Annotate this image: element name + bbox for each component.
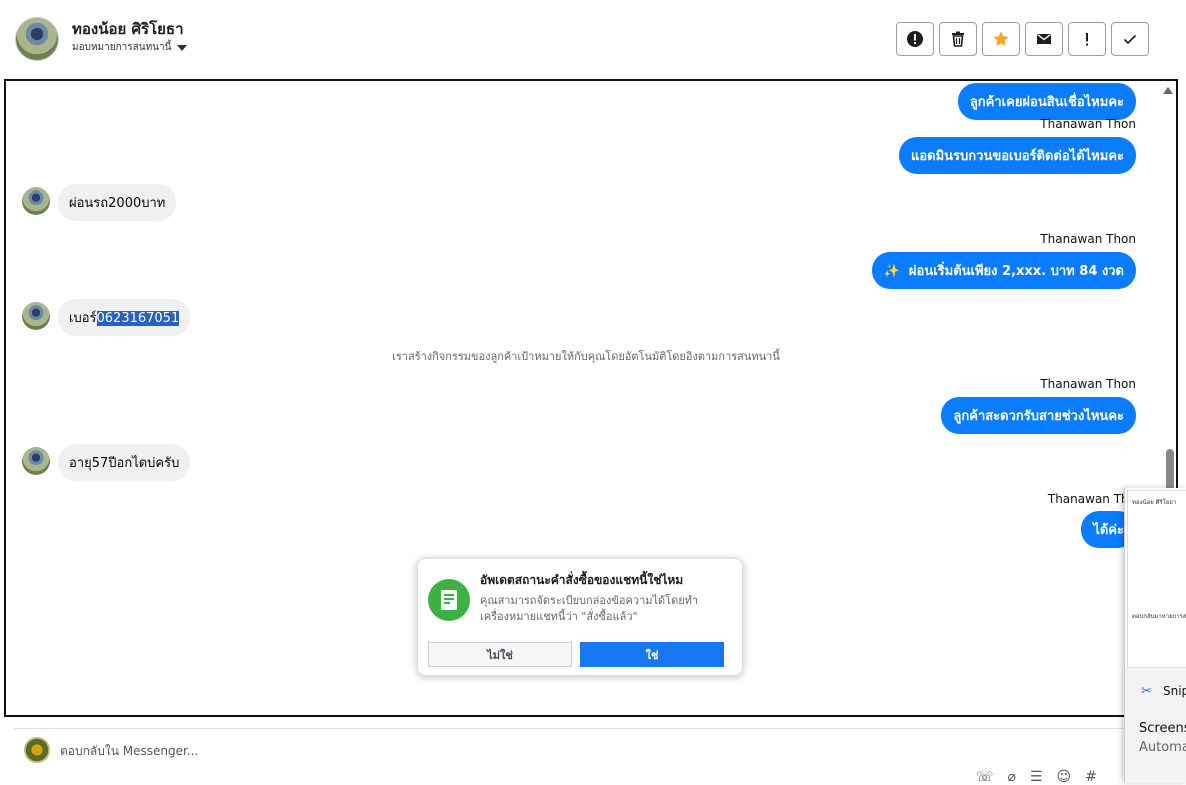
follow-up-button[interactable]	[1068, 22, 1106, 56]
chevron-down-icon	[177, 44, 188, 51]
snip-panel: ✂ Snip Screens Automa	[1125, 668, 1186, 783]
conversation-header: ทองน้อย ศิริโยธา มอบหมายการสนทนานี้	[0, 0, 1186, 80]
outgoing-message[interactable]: ลูกค้าสะดวกรับสายช่วงไหนคะ	[941, 397, 1136, 434]
snip-text-2: Automa	[1139, 740, 1186, 755]
envelope-icon	[1037, 33, 1051, 44]
contact-avatar-small[interactable]	[22, 447, 50, 475]
page-avatar	[24, 737, 50, 763]
thumb-name: ทองน้อย ศิริโยธา	[1132, 499, 1177, 506]
no-button[interactable]: ไม่ใช่	[428, 642, 572, 667]
incoming-message[interactable]: ผ่อนรถ2000บาท	[58, 184, 177, 221]
contact-avatar-small[interactable]	[22, 302, 50, 330]
message-text: เบอร์	[69, 311, 97, 326]
mark-unread-button[interactable]	[1025, 22, 1063, 56]
thumb-text: ตอบกลับมาหายการสนทนานี้	[1132, 613, 1186, 620]
scroll-thumb[interactable]	[1166, 449, 1174, 491]
incoming-message[interactable]: เบอร์0623167051	[58, 299, 191, 336]
delete-button[interactable]	[939, 22, 977, 56]
incoming-message[interactable]: อายุ57ปีอกไดบ่ครับ	[58, 444, 191, 481]
order-status-dialog: อัพเดตสถานะคำสั่งซื้อของแชทนี้ใช่ไหม คุณ…	[417, 558, 743, 676]
yes-button[interactable]: ใช่	[580, 642, 724, 667]
contact-avatar[interactable]	[15, 17, 59, 61]
reply-composer[interactable]: ตอบกลับใน Messenger... ☏ ⌀ ☰ ☺ #	[14, 728, 1164, 785]
selected-phone-number[interactable]: 0623167051	[96, 311, 180, 326]
contact-name[interactable]: ทองน้อย ศิริโยธา	[72, 17, 184, 41]
assign-label: มอบหมายการสนทนานี้	[72, 42, 172, 53]
outgoing-message[interactable]: แอดมินรบกวนขอเบอร์ติดต่อได้ไหมคะ	[898, 137, 1136, 174]
sender-name: Thanawan Thon	[1040, 117, 1136, 131]
outgoing-message[interactable]: ลูกค้าเคยผ่อนสินเชื่อไหมคะ	[957, 83, 1136, 120]
dialog-title: อัพเดตสถานะคำสั่งซื้อของแชทนี้ใช่ไหม	[480, 573, 684, 587]
check-icon	[1123, 34, 1137, 45]
outgoing-message[interactable]: ✨ ผ่อนเริ่มต้นเพียง 2,xxx. บาท 84 งวด	[871, 252, 1136, 289]
receipt-icon	[428, 579, 470, 621]
sender-name: Thanawan Thon	[1040, 232, 1136, 246]
star-icon	[993, 31, 1009, 46]
sparkle-icon: ✨	[883, 264, 900, 279]
dialog-body: คุณสามารถจัดระเบียบกล่องข้อความได้โดยทำเ…	[480, 594, 699, 623]
trash-icon	[952, 31, 964, 47]
sender-name: Thanawan Tho	[1047, 492, 1136, 506]
sender-name: Thanawan Thon	[1040, 377, 1136, 391]
message-text: ผ่อนเริ่มต้นเพียง 2,xxx. บาท 84 งวด	[908, 264, 1124, 279]
exclamation-icon	[1086, 33, 1088, 46]
assign-conversation-dropdown[interactable]: มอบหมายการสนทนานี้	[72, 40, 188, 55]
snip-notification[interactable]: ทองน้อย ศิริโยธา ตอบกลับมาหายการสนทนานี้…	[1124, 488, 1186, 783]
message-thread[interactable]: ลูกค้าเคยผ่อนสินเชื่อไหมคะ Thanawan Thon…	[4, 79, 1178, 717]
system-notice: เราสร้างกิจกรรมของลูกค้าเป้าหมายให้กับคุ…	[392, 350, 780, 363]
spam-button[interactable]	[896, 22, 934, 56]
contact-avatar-small[interactable]	[22, 187, 50, 215]
scroll-up-arrow-icon[interactable]	[1163, 87, 1173, 94]
snip-text-1: Screens	[1139, 721, 1186, 736]
snip-title: Snip	[1163, 684, 1186, 698]
scissors-icon: ✂	[1141, 684, 1152, 699]
mark-done-button[interactable]	[1111, 22, 1149, 56]
reply-input[interactable]: ตอบกลับใน Messenger...	[60, 742, 198, 761]
screenshot-thumbnail[interactable]: ทองน้อย ศิริโยธา ตอบกลับมาหายการสนทนานี้	[1127, 490, 1186, 668]
alert-circle-icon	[907, 31, 923, 47]
header-actions	[896, 22, 1149, 56]
star-button[interactable]	[982, 22, 1020, 56]
